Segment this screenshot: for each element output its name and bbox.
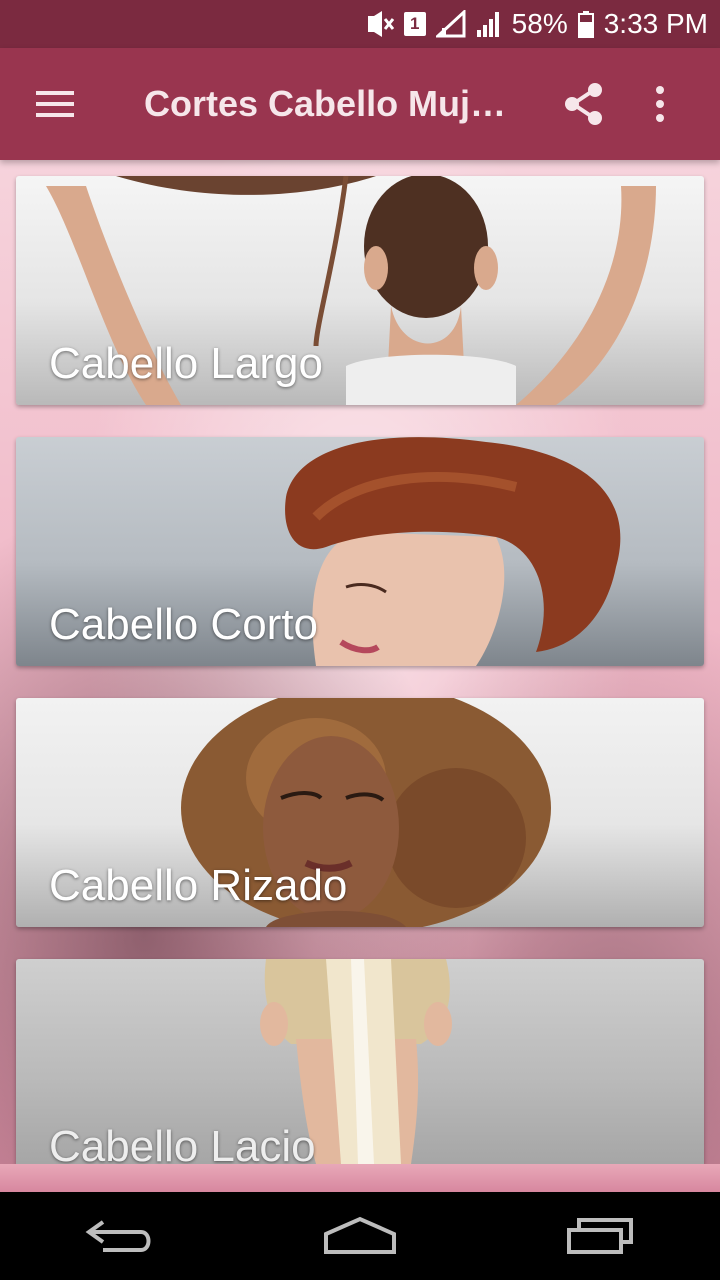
back-icon xyxy=(85,1220,151,1252)
app-title: Cortes Cabello Muj… xyxy=(144,83,507,124)
category-card-largo[interactable]: Cabello Largo xyxy=(16,176,704,405)
hamburger-menu-icon xyxy=(36,91,74,117)
battery-icon xyxy=(577,10,594,38)
more-vert-icon xyxy=(656,86,664,122)
home-icon xyxy=(324,1216,396,1254)
sim-badge-icon: 1 xyxy=(403,12,426,36)
signal-empty-icon xyxy=(435,10,466,38)
category-label: Cabello Largo xyxy=(49,339,323,388)
home-button[interactable] xyxy=(280,1192,440,1280)
clock: 3:33 PM xyxy=(603,8,708,39)
battery-percent: 58% xyxy=(511,8,568,39)
category-card-corto[interactable]: Cabello Corto xyxy=(16,437,704,666)
category-label: Cabello Lacio xyxy=(49,1122,316,1164)
recents-icon xyxy=(567,1218,633,1254)
status-bar: 1 58% 3:33 PM xyxy=(0,0,720,48)
signal-icon xyxy=(476,10,502,38)
menu-button[interactable] xyxy=(0,48,112,160)
more-options-button[interactable] xyxy=(624,48,696,160)
navigation-bar xyxy=(0,1192,720,1280)
category-label: Cabello Corto xyxy=(49,600,319,649)
mute-vibrate-icon xyxy=(364,10,394,38)
app-bar: Cortes Cabello Muj… xyxy=(0,48,720,160)
background-strip xyxy=(0,1164,720,1192)
category-label: Cabello Rizado xyxy=(49,861,348,910)
back-button[interactable] xyxy=(40,1192,200,1280)
category-card-lacio[interactable]: Cabello Lacio xyxy=(16,959,704,1164)
share-button[interactable] xyxy=(544,48,624,160)
share-icon xyxy=(565,83,602,125)
recents-button[interactable] xyxy=(520,1192,680,1280)
category-card-rizado[interactable]: Cabello Rizado xyxy=(16,698,704,927)
